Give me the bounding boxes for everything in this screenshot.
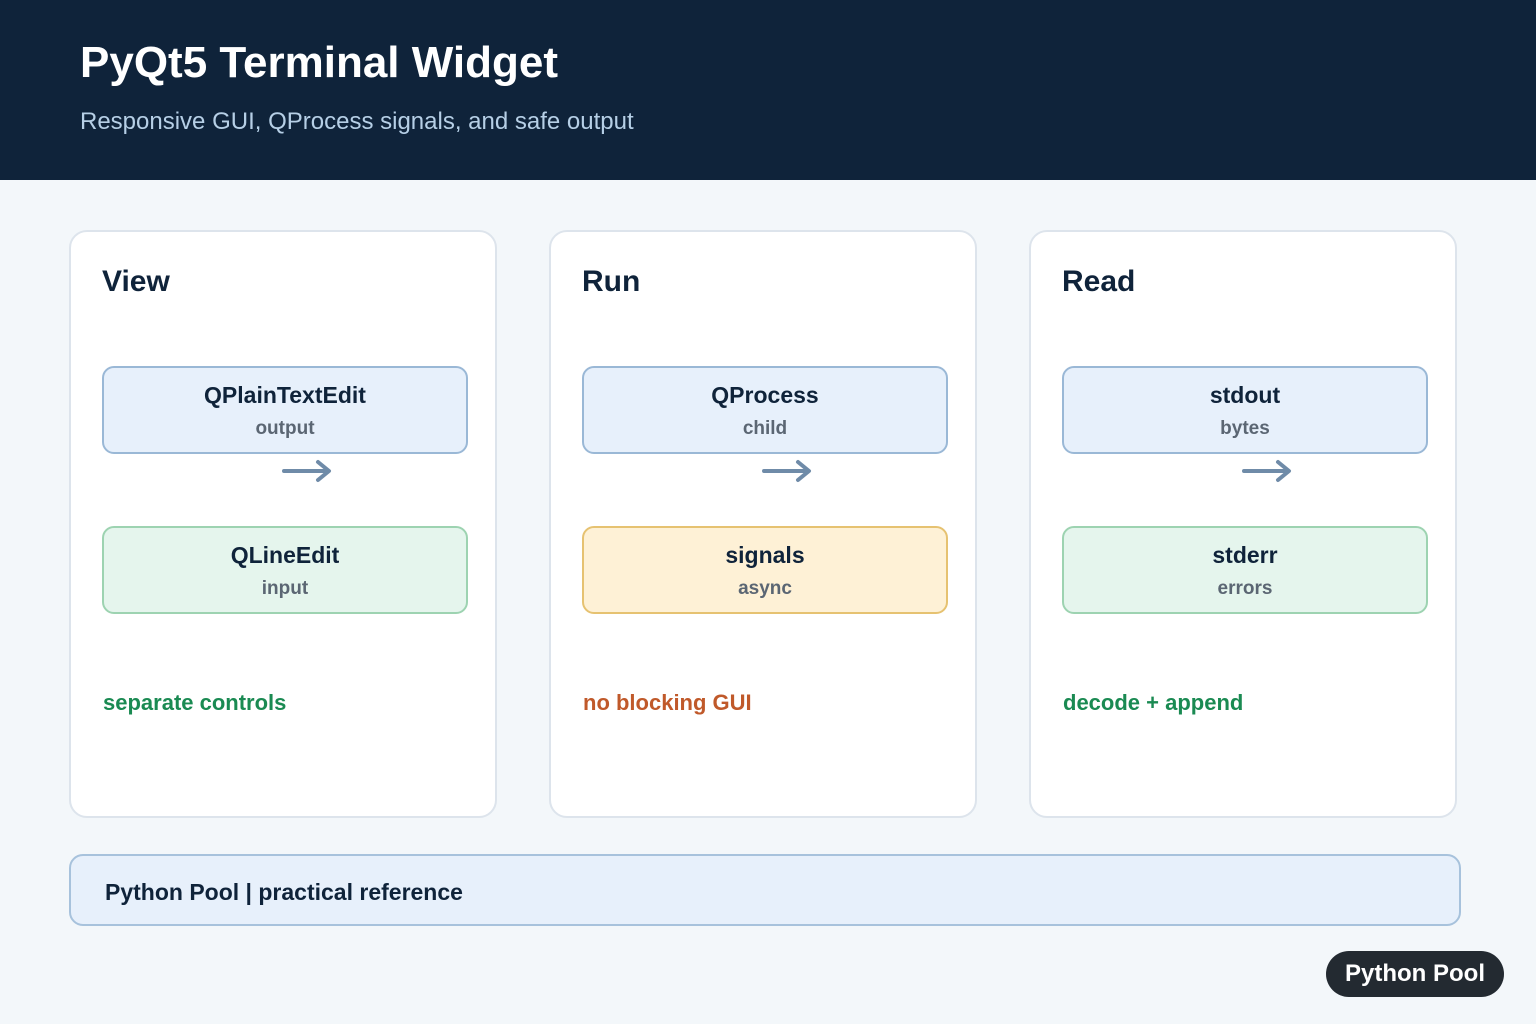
page-title: PyQt5 Terminal Widget — [80, 38, 558, 87]
node-sublabel: bytes — [1220, 418, 1270, 439]
footer-bar: Python Pool | practical reference — [69, 854, 1461, 926]
card-run: Run QProcess child signals async no bloc… — [549, 230, 977, 818]
node-qprocess: QProcess child — [582, 366, 948, 454]
right-arrow-icon — [1242, 460, 1291, 482]
node-sublabel: child — [742, 418, 788, 439]
node-label: QLineEdit — [230, 542, 340, 568]
node-label: stderr — [1212, 542, 1278, 568]
node-label: QPlainTextEdit — [204, 382, 366, 408]
node-label: stdout — [1209, 382, 1281, 408]
node-qplaintextedit: QPlainTextEdit output — [102, 366, 468, 454]
node-sublabel: errors — [1217, 578, 1273, 599]
card-note: no blocking GUI — [583, 690, 752, 715]
node-sublabel: input — [261, 578, 309, 599]
card-read: Read stdout bytes stderr errors decode +… — [1029, 230, 1457, 818]
node-sublabel: output — [255, 418, 315, 439]
header-banner: PyQt5 Terminal Widget Responsive GUI, QP… — [0, 0, 1536, 180]
page-subtitle: Responsive GUI, QProcess signals, and sa… — [80, 108, 634, 135]
footer-text: Python Pool | practical reference — [105, 879, 463, 905]
brand-badge: Python Pool — [1326, 951, 1504, 997]
right-arrow-icon — [762, 460, 811, 482]
card-note: decode + append — [1063, 690, 1244, 715]
node-label: QProcess — [711, 382, 819, 408]
node-stderr: stderr errors — [1062, 526, 1428, 614]
card-title: Read — [1062, 265, 1136, 298]
card-note: separate controls — [103, 690, 287, 715]
card-title: View — [102, 265, 170, 298]
card-view: View QPlainTextEdit output QLineEdit inp… — [69, 230, 497, 818]
node-stdout: stdout bytes — [1062, 366, 1428, 454]
node-sublabel: async — [738, 578, 792, 599]
node-label: signals — [725, 542, 805, 568]
card-title: Run — [582, 265, 641, 298]
node-qlineedit: QLineEdit input — [102, 526, 468, 614]
node-signals: signals async — [582, 526, 948, 614]
right-arrow-icon — [282, 460, 331, 482]
